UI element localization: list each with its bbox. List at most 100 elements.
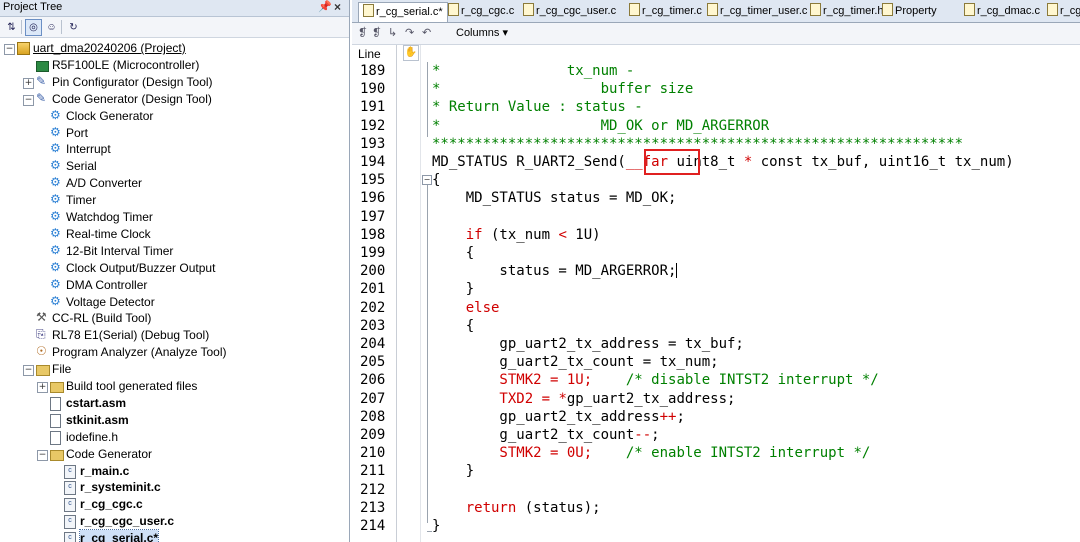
code-token: * MD_OK or MD_ARGERROR [432, 117, 770, 134]
code-text: gp_uart2_tx_address++; [432, 408, 684, 426]
analyzer-icon: ☉ [36, 344, 47, 359]
undo-icon[interactable]: ↶ [422, 26, 431, 39]
line-number: 205 [360, 354, 386, 371]
code-token: { [432, 245, 475, 261]
tree-item[interactable]: ☉ Program Analyzer (Analyze Tool) [0, 344, 349, 361]
tree-item-label: Watchdog Timer [66, 210, 153, 224]
tree-item[interactable]: − Code Generator [0, 446, 349, 463]
editor-tab[interactable]: r_cg_timer_user.c [707, 2, 807, 21]
editor-tab[interactable]: Property [882, 2, 937, 21]
tree-item[interactable]: ⚙ Voltage Detector [0, 294, 349, 311]
tree-item[interactable]: ⚙ Timer [0, 192, 349, 209]
collapse-icon[interactable]: − [37, 449, 48, 461]
tree-item-label: r_systeminit.c [80, 480, 161, 495]
editor-tab[interactable]: r_cg_dmac.c [964, 2, 1040, 21]
line-number: 199 [360, 245, 386, 261]
tree-item-label: r_cg_cgc.c [80, 497, 143, 512]
tree-item[interactable]: ⚙ Clock Output/Buzzer Output [0, 260, 349, 277]
expand-icon[interactable]: + [23, 77, 34, 89]
properties-icon[interactable]: ◎ [25, 19, 42, 36]
tree-item[interactable]: ⚙ Watchdog Timer [0, 209, 349, 226]
tree-item[interactable]: ⚙ 12-Bit Interval Timer [0, 243, 349, 260]
tree-item[interactable]: c r_systeminit.c [0, 479, 349, 496]
tree-item-label: Build tool generated files [66, 379, 198, 393]
line-number: 214 [360, 518, 386, 534]
collapse-icon[interactable]: − [23, 365, 34, 377]
chip-icon [36, 60, 49, 72]
fold-collapse-icon[interactable]: − [422, 175, 432, 186]
editor-tab[interactable]: r_cg_cgc.c [448, 2, 514, 21]
tree-item[interactable]: R5F100LE (Microcontroller) [0, 57, 349, 74]
pin-icon[interactable]: 📌 [318, 0, 332, 13]
file-icon [707, 3, 718, 16]
code-line: 213 return (status); [352, 499, 1080, 517]
tree-item[interactable]: ⚙ Real-time Clock [0, 226, 349, 243]
code-token: { [432, 172, 441, 189]
tree-item[interactable]: + Build tool generated files [0, 378, 349, 395]
editor-tab[interactable]: r_cg_cgc_user.c [523, 2, 616, 21]
bookmark-next-icon[interactable]: ❡ [372, 26, 381, 39]
code-text: STMK2 = 1U; /* disable INTST2 interrupt … [432, 371, 878, 389]
user-icon[interactable]: ☺ [43, 19, 60, 36]
code-line: 201 } [352, 280, 1080, 298]
tree-item-label: Code Generator [66, 446, 153, 461]
collapse-icon[interactable]: − [23, 94, 34, 106]
highlight-box [644, 149, 700, 175]
tree-item[interactable]: − ✎ Code Generator (Design Tool) [0, 91, 349, 108]
code-token: g_uart2_tx_count [432, 427, 635, 443]
tree-item[interactable]: + ✎ Pin Configurator (Design Tool) [0, 74, 349, 91]
expand-icon[interactable]: + [37, 382, 48, 393]
columns-menu[interactable]: Columns ▾ [456, 26, 508, 39]
code-token: (status); [516, 499, 601, 516]
editor-tab[interactable]: r_cg [1047, 2, 1080, 21]
tree-item[interactable]: ⚒ CC-RL (Build Tool) [0, 310, 349, 327]
collapse-icon[interactable]: − [4, 44, 15, 55]
tree-item-label: Code Generator (Design Tool) [52, 91, 212, 106]
line-number: 209 [360, 427, 386, 443]
line-number: 206 [360, 372, 386, 389]
toolbar-separator [21, 20, 22, 34]
code-line: 214} [352, 517, 1080, 535]
file-icon [50, 413, 61, 428]
refresh-icon[interactable]: ↻ [65, 19, 82, 36]
editor-tab-label: r_cg_cgc_user.c [536, 5, 617, 17]
tree-item[interactable]: cstart.asm [0, 395, 349, 412]
tree-item[interactable]: ⚙ Port [0, 125, 349, 142]
code-text: return (status); [432, 499, 601, 517]
tree-item[interactable]: c r_cg_cgc_user.c [0, 513, 349, 530]
tree-item[interactable]: stkinit.asm [0, 412, 349, 429]
code-line: 196 MD_STATUS status = MD_OK; [352, 189, 1080, 207]
editor-tab[interactable]: r_cg_timer.c [629, 2, 702, 21]
close-icon[interactable]: × [334, 0, 341, 14]
tree-item-label: Port [66, 125, 89, 140]
redo-icon[interactable]: ↷ [405, 26, 414, 39]
tree-item[interactable]: ⚙ Serial [0, 158, 349, 175]
tree-item-label: 12-Bit Interval Timer [66, 243, 174, 258]
tree-item[interactable]: c r_main.c [0, 463, 349, 480]
gear-icon: ⚙ [50, 293, 61, 308]
tree-item[interactable]: c r_cg_serial.c* [0, 529, 349, 542]
sort-icon[interactable]: ⇅ [3, 19, 20, 36]
code-line: 198 if (tx_num < 1U) [352, 226, 1080, 244]
code-token: status = MD_ARGERROR; [432, 263, 677, 280]
code-line: 189 * tx_num - [352, 62, 1080, 80]
editor-tab-bar: r_cg_serial.c* r_cg_cgc.c r_cg_cgc_user.c r… [352, 0, 1080, 23]
tree-item[interactable]: ⎘ RL78 E1(Serial) (Debug Tool) [0, 327, 349, 344]
jump-icon[interactable]: ↳ [388, 26, 397, 39]
editor-tab[interactable]: r_cg_timer.h [810, 2, 884, 21]
tree-item[interactable]: c r_cg_cgc.c [0, 496, 349, 513]
editor-tab[interactable]: r_cg_serial.c* [358, 2, 448, 22]
tree-item[interactable]: − uart_dma20240206 (Project) [0, 40, 349, 57]
code-token: gp_uart2_tx_address; [566, 390, 736, 407]
tree-item[interactable]: ⚙ A/D Converter [0, 175, 349, 192]
tree-item[interactable]: ⚙ DMA Controller [0, 277, 349, 294]
bookmark-column-icon[interactable]: ✋ [403, 45, 419, 61]
code-text: if (tx_num < 1U) [432, 226, 601, 244]
bookmark-icon[interactable]: ❡ [358, 26, 367, 39]
tree-item[interactable]: iodefine.h [0, 429, 349, 446]
gear-icon: ⚙ [50, 141, 61, 156]
tree-item[interactable]: ⚙ Clock Generator [0, 108, 349, 125]
tree-item[interactable]: ⚙ Interrupt [0, 141, 349, 158]
tree-item[interactable]: − File [0, 361, 349, 378]
